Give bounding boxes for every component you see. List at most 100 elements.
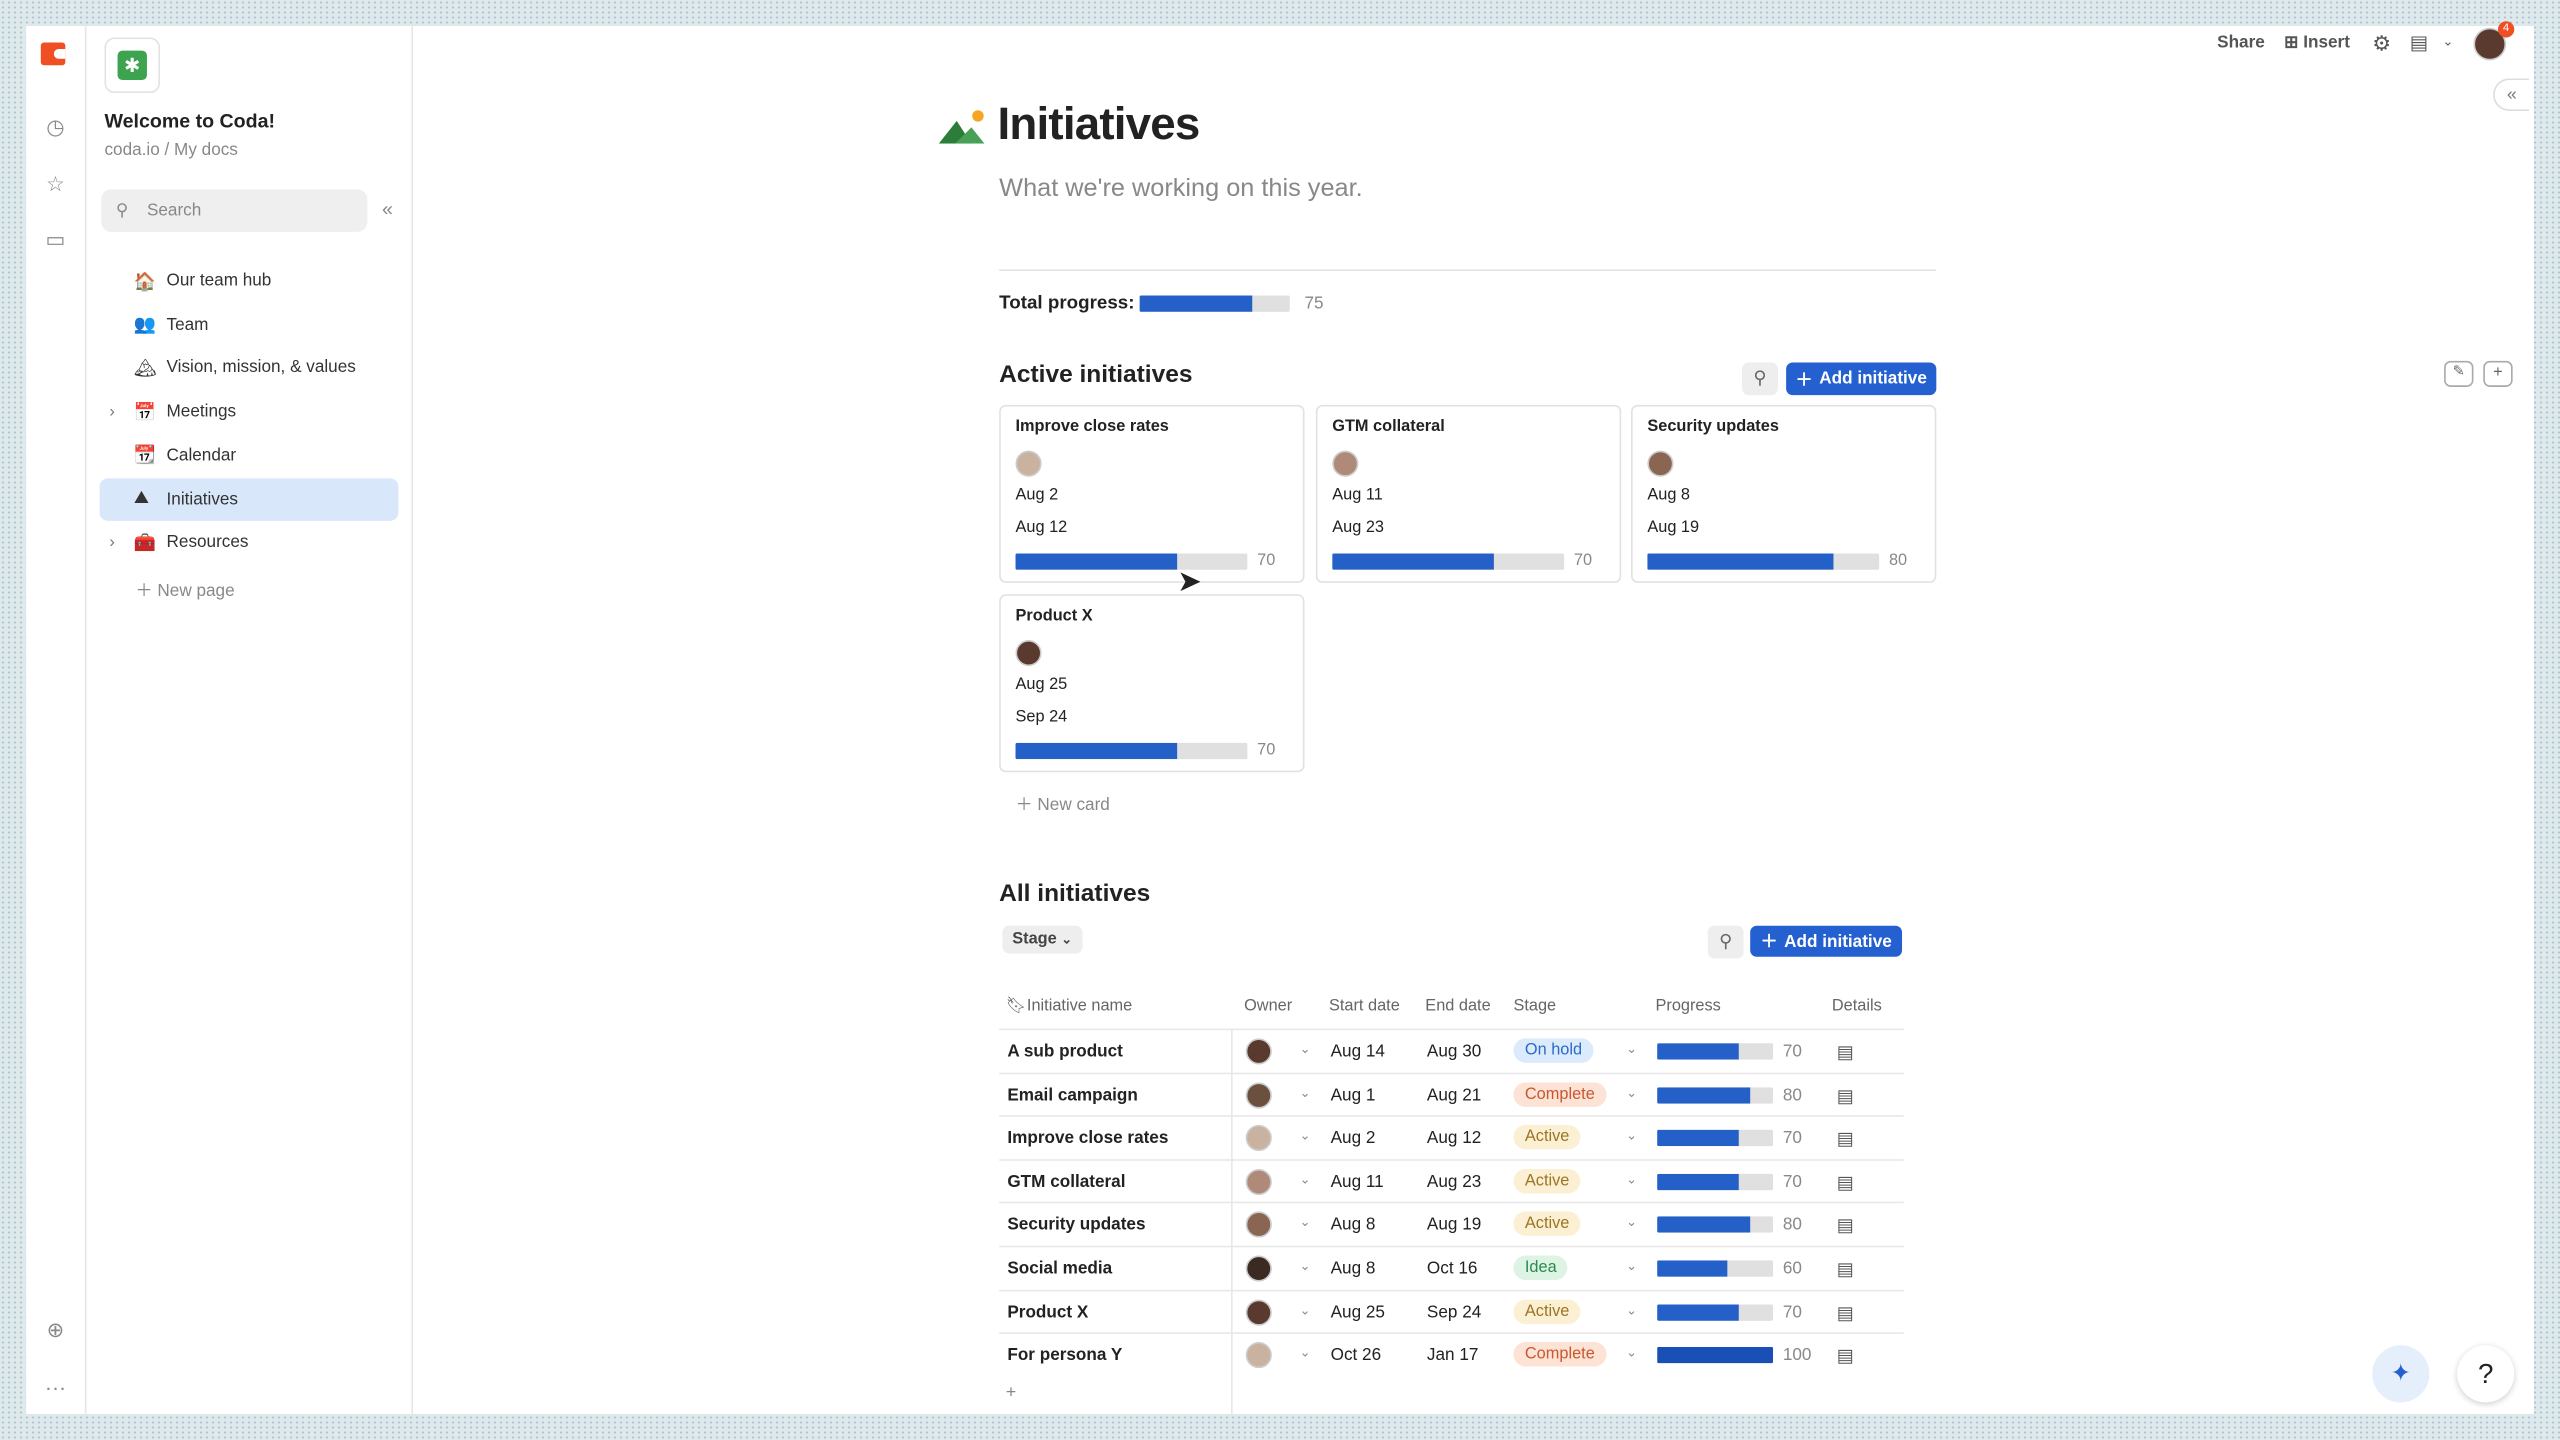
start-date[interactable]: Aug 8: [1331, 1259, 1376, 1279]
owner-avatar[interactable]: [1245, 1255, 1272, 1282]
new-page-button[interactable]: ＋ New page: [136, 578, 235, 602]
share-button[interactable]: Share: [2217, 33, 2265, 53]
sidebar-item-resources[interactable]: › 🧰 Resources: [100, 521, 399, 563]
details-icon[interactable]: ▤: [1837, 1085, 1854, 1107]
details-icon[interactable]: ▤: [1837, 1215, 1854, 1237]
end-date[interactable]: Aug 23: [1427, 1172, 1481, 1192]
end-date[interactable]: Aug 30: [1427, 1042, 1481, 1062]
column-header-start-date[interactable]: Start date: [1329, 998, 1400, 1016]
table-search-button[interactable]: ⚲: [1707, 925, 1744, 959]
chevron-right-icon[interactable]: ›: [109, 403, 114, 421]
table-row[interactable]: GTM collateral ⌄ Aug 11 Aug 23 Active ⌄ 70 ▤: [999, 1158, 1904, 1202]
initiative-name[interactable]: Social media: [1007, 1259, 1112, 1279]
end-date[interactable]: Aug 12: [1427, 1128, 1481, 1148]
stage-badge[interactable]: Active: [1513, 1298, 1581, 1324]
initiative-name[interactable]: Improve close rates: [1007, 1128, 1168, 1148]
initiative-name[interactable]: GTM collateral: [1007, 1172, 1125, 1192]
doc-icon[interactable]: ✱: [104, 37, 160, 94]
initiative-name[interactable]: Security updates: [1007, 1215, 1145, 1235]
sidebar-item-initiatives[interactable]: ⛰ Initiatives: [99, 477, 399, 520]
collapse-panel-button[interactable]: «: [2493, 78, 2529, 112]
sidebar-item-team[interactable]: 👥 Team: [100, 303, 399, 345]
details-icon[interactable]: ▤: [1837, 1128, 1854, 1150]
stage-chevron-down-icon[interactable]: ⌄: [1626, 1128, 1637, 1143]
details-icon[interactable]: ▤: [1837, 1172, 1854, 1194]
table-row[interactable]: Product X ⌄ Aug 25 Sep 24 Active ⌄ 70 ▤: [999, 1289, 1904, 1332]
stage-filter-button[interactable]: Stage ⌄: [1002, 925, 1082, 954]
stage-chevron-down-icon[interactable]: ⌄: [1626, 1172, 1637, 1187]
end-date[interactable]: Aug 19: [1427, 1215, 1481, 1235]
owner-avatar[interactable]: [1245, 1212, 1272, 1239]
initiative-card[interactable]: Product X Aug 25 Sep 24 70: [999, 594, 1305, 773]
doc-breadcrumb[interactable]: coda.io / My docs: [104, 140, 237, 160]
details-icon[interactable]: ▤: [1837, 1346, 1854, 1367]
new-card-button[interactable]: ＋ New card: [1016, 792, 1110, 816]
add-circle-icon[interactable]: ⊕: [41, 1316, 70, 1345]
coda-logo[interactable]: [40, 42, 66, 66]
table-row[interactable]: A sub product ⌄ Aug 14 Aug 30 On hold ⌄ 70 ▤: [999, 1028, 1904, 1072]
initiative-name[interactable]: A sub product: [1007, 1042, 1123, 1062]
table-row[interactable]: Social media ⌄ Aug 8 Oct 16 Idea ⌄ 60 ▤: [999, 1245, 1904, 1289]
initiative-name[interactable]: Product X: [1007, 1302, 1088, 1322]
sidebar-item-meetings[interactable]: › 📅 Meetings: [100, 390, 399, 432]
column-header-end-date[interactable]: End date: [1425, 998, 1490, 1016]
owner-chevron-down-icon[interactable]: ⌄: [1300, 1128, 1311, 1143]
owner-avatar[interactable]: [1245, 1125, 1272, 1152]
owner-chevron-down-icon[interactable]: ⌄: [1300, 1346, 1311, 1361]
table-row[interactable]: Email campaign ⌄ Aug 1 Aug 21 Complete ⌄ 80 ▤: [999, 1071, 1904, 1115]
start-date[interactable]: Aug 1: [1331, 1085, 1376, 1105]
folder-icon[interactable]: ▭: [41, 225, 70, 254]
more-icon[interactable]: ···: [41, 1373, 70, 1402]
owner-chevron-down-icon[interactable]: ⌄: [1300, 1085, 1311, 1100]
owner-avatar[interactable]: [1245, 1081, 1272, 1108]
end-date[interactable]: Oct 16: [1427, 1259, 1478, 1279]
active-add-initiative-button[interactable]: ＋ Add initiative: [1786, 362, 1937, 396]
column-header-stage[interactable]: Stage: [1513, 998, 1556, 1016]
stage-badge[interactable]: Active: [1513, 1168, 1581, 1194]
edit-layout-icon[interactable]: ✎: [2444, 360, 2474, 387]
stage-chevron-down-icon[interactable]: ⌄: [1626, 1259, 1637, 1274]
end-date[interactable]: Aug 21: [1427, 1085, 1481, 1105]
initiative-card[interactable]: Security updates Aug 8 Aug 19 80: [1631, 404, 1937, 583]
initiative-name[interactable]: Email campaign: [1007, 1085, 1138, 1105]
collapse-sidebar-button[interactable]: «: [382, 198, 393, 221]
start-date[interactable]: Oct 26: [1331, 1346, 1382, 1366]
stage-chevron-down-icon[interactable]: ⌄: [1626, 1302, 1637, 1317]
settings-gear-icon[interactable]: ⚙: [2372, 31, 2391, 57]
owner-avatar[interactable]: [1245, 1168, 1272, 1195]
details-icon[interactable]: ▤: [1837, 1042, 1854, 1063]
ai-assistant-button[interactable]: ✦: [2372, 1345, 2430, 1403]
end-date[interactable]: Sep 24: [1427, 1302, 1481, 1322]
owner-avatar[interactable]: [1245, 1038, 1272, 1065]
add-row-button[interactable]: +: [1006, 1383, 1017, 1403]
details-icon[interactable]: ▤: [1837, 1259, 1854, 1280]
sidebar-item-our-team-hub[interactable]: 🏠 Our team hub: [100, 260, 399, 302]
comments-icon[interactable]: ▤: [2410, 31, 2429, 54]
add-block-icon[interactable]: +: [2483, 360, 2513, 387]
start-date[interactable]: Aug 14: [1331, 1042, 1385, 1062]
stage-chevron-down-icon[interactable]: ⌄: [1626, 1042, 1637, 1057]
owner-chevron-down-icon[interactable]: ⌄: [1300, 1042, 1311, 1057]
sidebar-item-calendar[interactable]: 📆 Calendar: [100, 434, 399, 476]
initiative-card[interactable]: Improve close rates Aug 2 Aug 12 70: [999, 404, 1305, 583]
table-row[interactable]: Security updates ⌄ Aug 8 Aug 19 Active ⌄ 80 ▤: [999, 1202, 1904, 1245]
table-add-initiative-button[interactable]: ＋ Add initiative: [1750, 925, 1903, 957]
column-header-progress[interactable]: Progress: [1656, 998, 1721, 1016]
stage-badge[interactable]: Complete: [1513, 1081, 1607, 1107]
insert-button[interactable]: ⊞ Insert: [2284, 33, 2350, 53]
stage-badge[interactable]: On hold: [1513, 1038, 1594, 1063]
initiative-card[interactable]: GTM collateral Aug 11 Aug 23 70: [1315, 404, 1622, 583]
chevron-down-icon[interactable]: ⌄: [2442, 34, 2453, 49]
owner-chevron-down-icon[interactable]: ⌄: [1300, 1302, 1311, 1317]
table-row[interactable]: Improve close rates ⌄ Aug 2 Aug 12 Active ⌄ 70…: [999, 1115, 1904, 1158]
details-icon[interactable]: ▤: [1837, 1302, 1854, 1324]
active-search-button[interactable]: ⚲: [1742, 362, 1778, 396]
stage-chevron-down-icon[interactable]: ⌄: [1626, 1346, 1637, 1361]
column-header-details[interactable]: Details: [1832, 998, 1882, 1016]
start-date[interactable]: Aug 11: [1331, 1172, 1384, 1192]
sidebar-item-vision-mission-values[interactable]: 🏔 Vision, mission, & values: [100, 347, 399, 389]
stage-chevron-down-icon[interactable]: ⌄: [1626, 1215, 1637, 1230]
star-icon[interactable]: ☆: [41, 170, 70, 199]
search-input[interactable]: ⚲ Search: [101, 189, 368, 232]
stage-badge[interactable]: Idea: [1513, 1255, 1569, 1280]
